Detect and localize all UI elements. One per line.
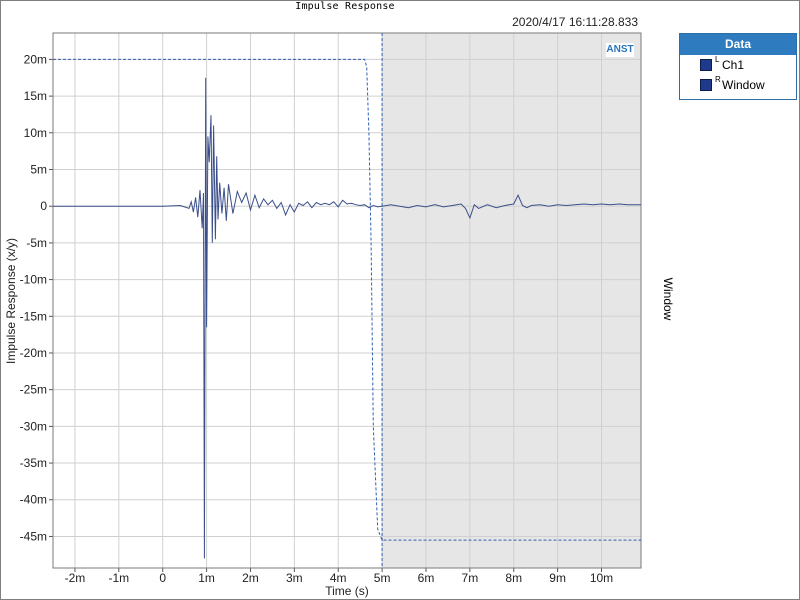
x-tick-label: 10m	[590, 571, 613, 585]
y-tick-label: 10m	[24, 126, 47, 140]
x-tick-label: 0	[159, 571, 166, 585]
y-tick-label: -15m	[20, 309, 47, 323]
right-axis-label-text: Window	[661, 277, 675, 321]
y-tick-label: -30m	[20, 419, 47, 433]
y-tick-label: -45m	[20, 529, 47, 543]
x-tick-label: 5m	[374, 571, 391, 585]
window-shaded-region	[382, 33, 641, 568]
legend[interactable]: Data L Ch1 R Window	[679, 33, 797, 100]
x-tick-label: 2m	[242, 571, 259, 585]
x-tick-label: 9m	[549, 571, 566, 585]
x-axis-label: Time (s)	[325, 584, 369, 598]
y-tick-label: -20m	[20, 346, 47, 360]
legend-item-window[interactable]: R Window	[680, 75, 796, 95]
legend-channel-ch1: L	[715, 55, 720, 64]
legend-swatch-ch1	[700, 59, 712, 71]
x-tick-label: -1m	[108, 571, 129, 585]
legend-title: Data	[680, 34, 796, 55]
y-tick-label: 15m	[24, 89, 47, 103]
y-tick-label: -10m	[20, 273, 47, 287]
y-tick-label: -40m	[20, 493, 47, 507]
y-tick-label: 0	[40, 199, 47, 213]
y-tick-label: -35m	[20, 456, 47, 470]
y-axis-label: Impulse Response (x/y)	[4, 238, 18, 364]
y-tick-label: 20m	[24, 52, 47, 66]
x-tick-label: 6m	[418, 571, 435, 585]
x-tick-label: 1m	[198, 571, 215, 585]
legend-channel-window: R	[715, 75, 721, 84]
y-tick-label: -25m	[20, 383, 47, 397]
legend-item-ch1[interactable]: L Ch1	[680, 55, 796, 75]
x-tick-label: 8m	[505, 571, 522, 585]
x-tick-label: 3m	[286, 571, 303, 585]
legend-swatch-window	[700, 79, 712, 91]
y-tick-label: -5m	[26, 236, 47, 250]
x-tick-label: -2m	[65, 571, 86, 585]
brand-badge: ANST	[606, 43, 634, 57]
x-tick-label: 4m	[330, 571, 347, 585]
legend-label-window: Window	[722, 78, 765, 92]
legend-label-ch1: Ch1	[722, 58, 745, 72]
y-tick-label: 5m	[30, 163, 47, 177]
x-tick-label: 7m	[462, 571, 479, 585]
